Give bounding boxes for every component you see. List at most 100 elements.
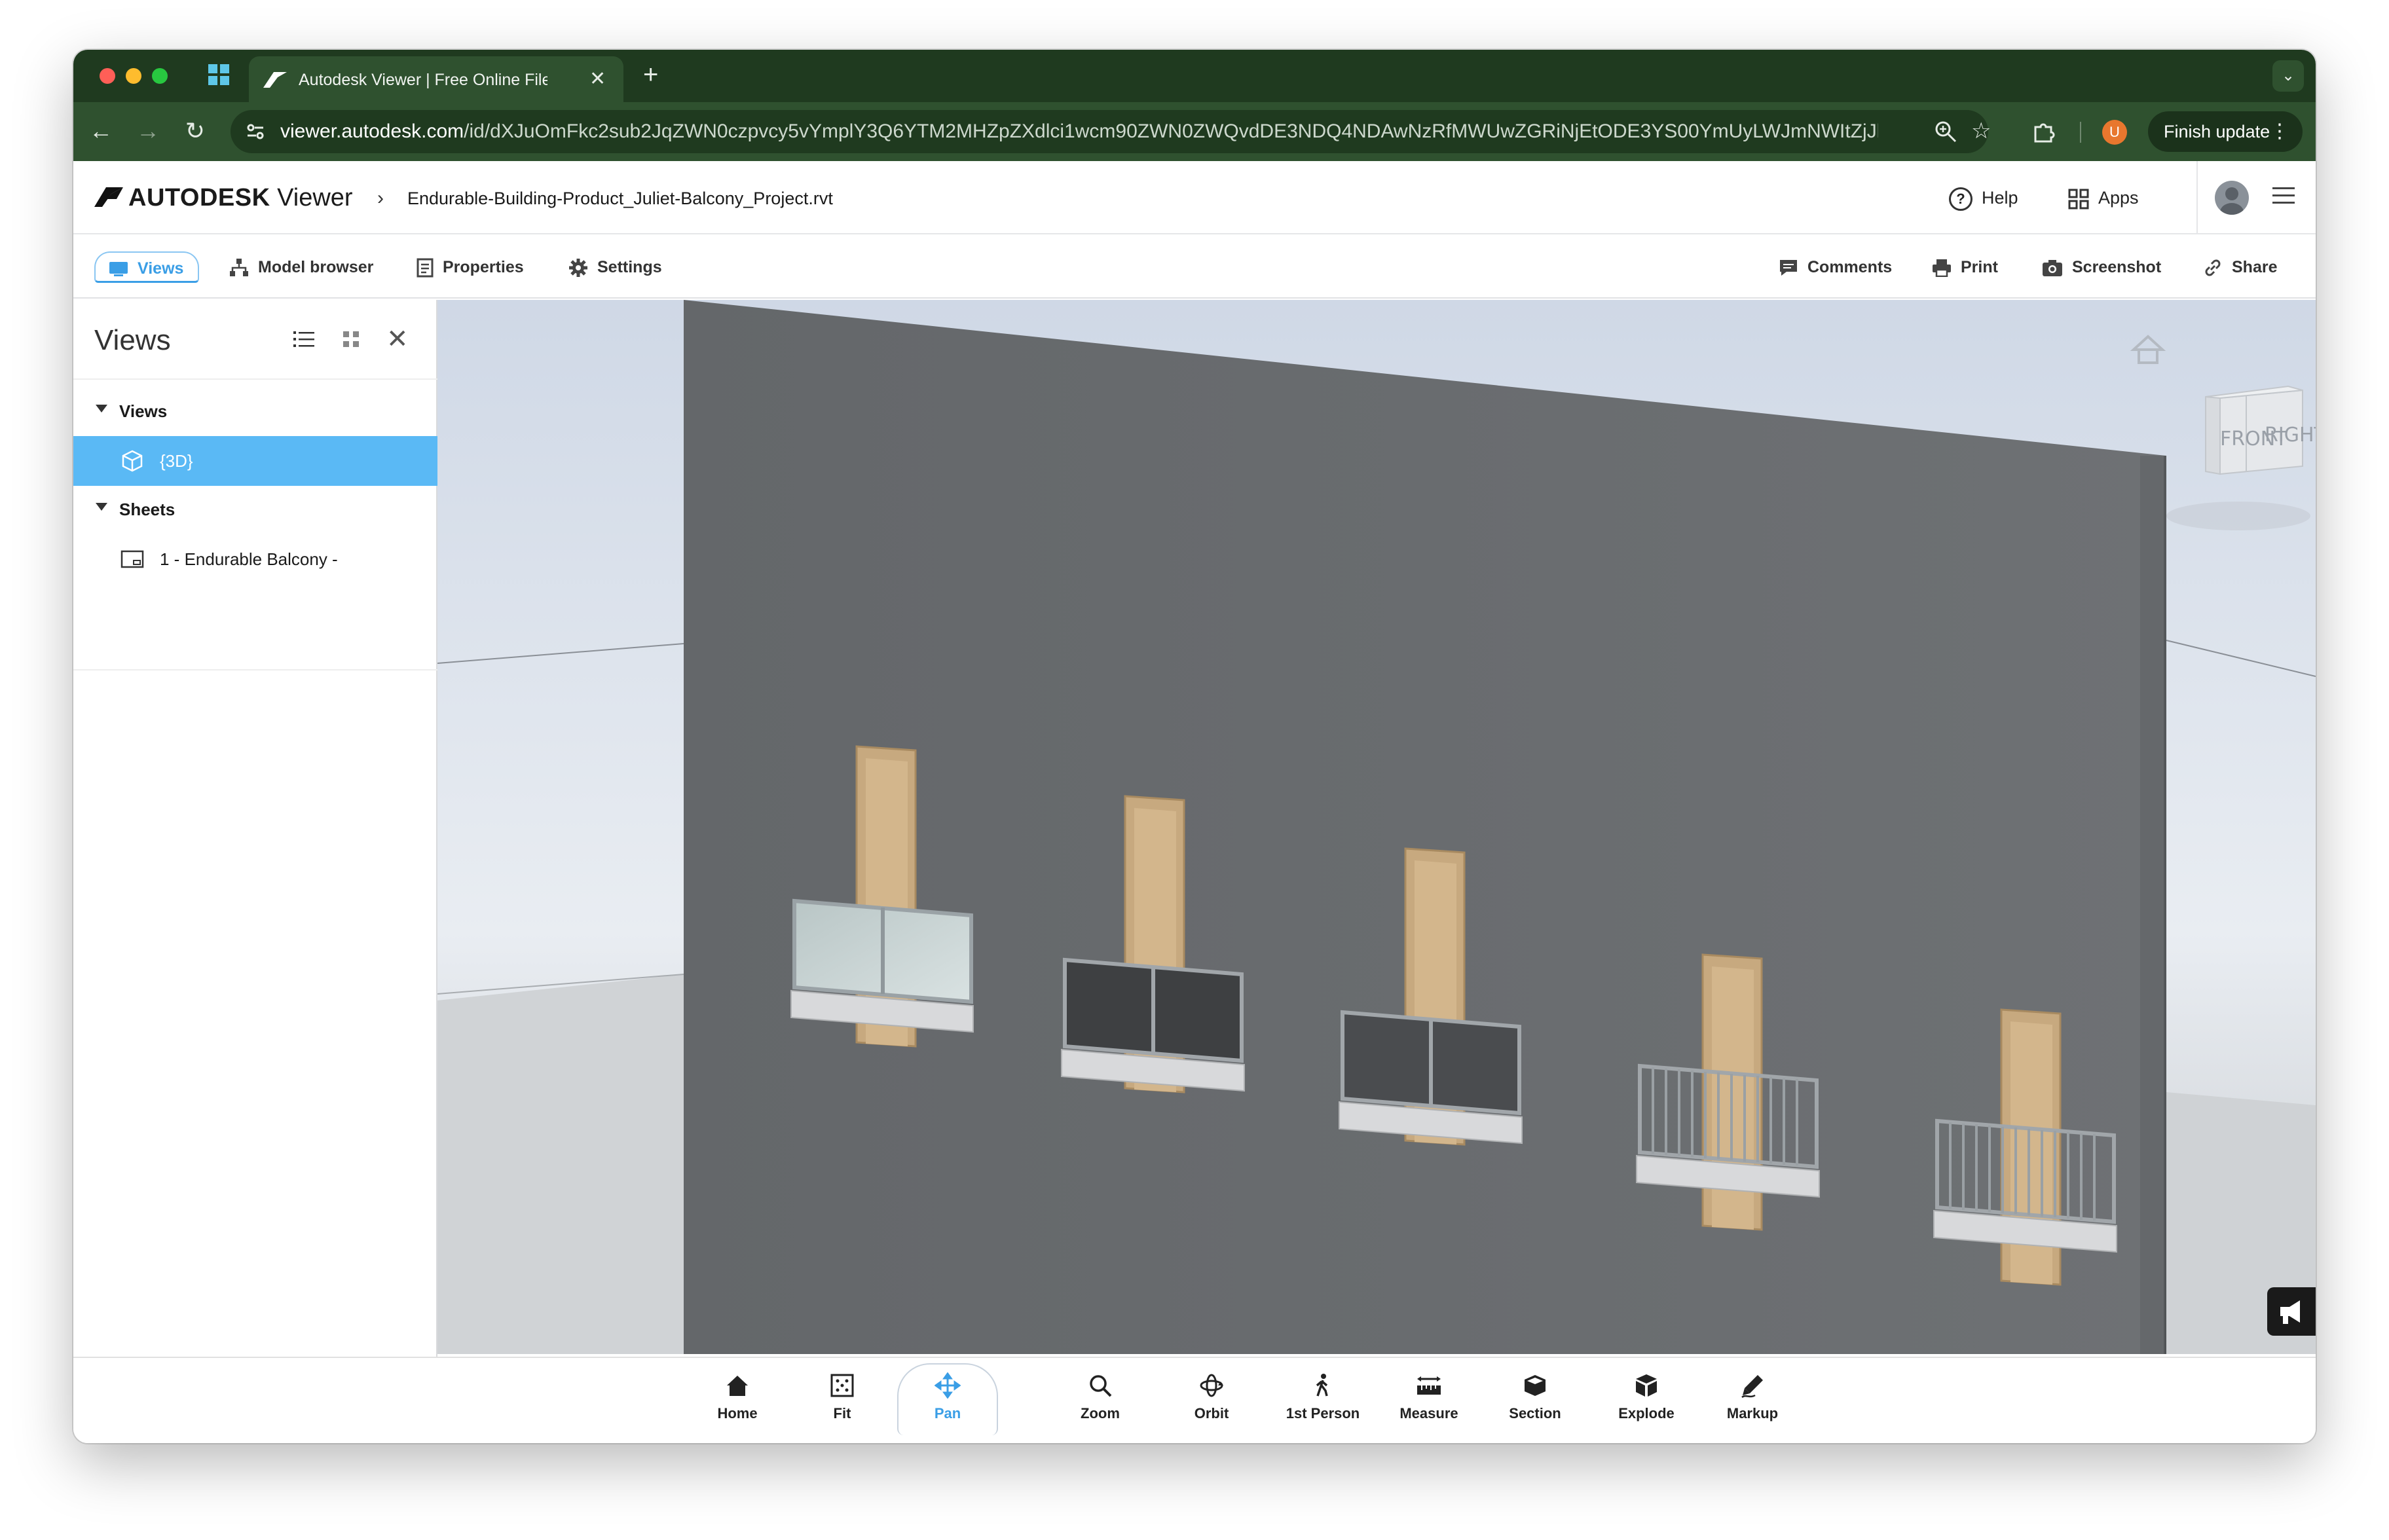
tree-item-label: 1 - Endurable Balcony - <box>160 549 338 569</box>
caret-down-icon <box>96 503 107 511</box>
zoom-magnifier-icon[interactable] <box>1933 119 1958 144</box>
app-header: AUTODESK Viewer › Endurable-Building-Pro… <box>73 161 2316 234</box>
model-browser-button[interactable]: Model browser <box>229 251 373 283</box>
properties-button[interactable]: Properties <box>417 251 524 283</box>
close-panel-icon[interactable]: ✕ <box>386 323 409 355</box>
tab-groups-icon[interactable] <box>207 63 231 86</box>
tree-item-label: {3D} <box>160 451 193 471</box>
bookmark-star-icon[interactable]: ☆ <box>1971 118 1991 144</box>
pan-label: Pan <box>934 1405 961 1421</box>
explode-cube-icon <box>1636 1374 1657 1397</box>
walking-person-icon <box>1316 1374 1328 1397</box>
reload-icon[interactable]: ↻ <box>181 117 210 145</box>
section-box-icon <box>1525 1375 1546 1396</box>
site-settings-icon[interactable] <box>245 121 266 142</box>
autodesk-favicon-icon <box>263 72 287 88</box>
explode-tool-button[interactable]: Explode <box>1601 1372 1692 1431</box>
finish-update-button[interactable]: Finish update ⋮ <box>2148 111 2303 152</box>
print-button[interactable]: Print <box>1932 251 1998 283</box>
browser-window: Autodesk Viewer | Free Online File Viewe… <box>73 50 2316 1443</box>
viewer-toolbar: Views Model browser Properties Settings … <box>73 236 2316 299</box>
views-tab-button[interactable]: Views <box>94 251 199 283</box>
cube-3d-icon <box>122 450 143 472</box>
brand-viewer: Viewer <box>277 184 353 211</box>
zoom-tool-button[interactable]: Zoom <box>1054 1372 1146 1431</box>
url-omnibox[interactable]: viewer.autodesk.com/id/dXJuOmFkc2sub2JqZ… <box>231 110 1991 153</box>
tree-group-label: Sheets <box>119 500 176 519</box>
finish-update-label: Finish update <box>2164 122 2270 141</box>
first-person-label: 1st Person <box>1286 1405 1360 1421</box>
list-view-icon[interactable] <box>293 330 314 348</box>
settings-label: Settings <box>597 258 662 276</box>
views-tab-label: Views <box>138 259 184 278</box>
section-tool-button[interactable]: Section <box>1489 1372 1581 1431</box>
breadcrumb-chevron-icon: › <box>377 187 384 209</box>
apps-button[interactable]: Apps <box>2068 181 2139 215</box>
browser-tab-bar: Autodesk Viewer | Free Online File Viewe… <box>73 50 2316 102</box>
viewcube-right-label: RIGHT <box>2265 424 2316 447</box>
fit-tool-button[interactable]: Fit <box>796 1372 888 1431</box>
tab-search-chevron-icon[interactable]: ⌄ <box>2272 60 2304 92</box>
pan-arrows-icon <box>935 1372 961 1399</box>
comments-button[interactable]: Comments <box>1779 251 1892 283</box>
profile-avatar-icon[interactable]: U <box>2102 120 2127 145</box>
first-person-tool-button[interactable]: 1st Person <box>1277 1372 1369 1431</box>
share-button[interactable]: Share <box>2203 251 2277 283</box>
tree-group-label: Views <box>119 401 168 421</box>
help-circle-icon: ? <box>1949 187 1972 211</box>
section-label: Section <box>1509 1405 1561 1421</box>
3d-viewport-canvas[interactable]: FRONT RIGHT <box>437 300 2316 1354</box>
apps-label: Apps <box>2098 188 2139 208</box>
settings-button[interactable]: Settings <box>568 251 662 283</box>
properties-document-icon <box>417 258 434 278</box>
fit-label: Fit <box>833 1405 851 1421</box>
orbit-tool-button[interactable]: Orbit <box>1166 1372 1257 1431</box>
extensions-puzzle-icon[interactable] <box>2031 119 2056 144</box>
views-monitor-icon <box>109 262 128 277</box>
help-button[interactable]: ? Help <box>1949 181 2018 215</box>
tree-item-3d-view[interactable]: {3D} <box>73 436 437 486</box>
hamburger-menu-icon[interactable] <box>2272 186 2295 206</box>
orbit-icon <box>1200 1374 1223 1397</box>
ground-left <box>437 974 684 1354</box>
properties-label: Properties <box>443 258 524 276</box>
measure-tool-button[interactable]: Measure <box>1383 1372 1475 1431</box>
print-printer-icon <box>1933 259 1951 278</box>
views-panel-title: Views <box>94 324 171 356</box>
zoom-magnifier-icon <box>1090 1375 1112 1397</box>
tree-group-views[interactable]: Views <box>73 386 437 436</box>
tree-group-sheets[interactable]: Sheets <box>73 485 437 534</box>
window-zoom-button[interactable] <box>152 68 168 84</box>
tree-item-sheet-1[interactable]: 1 - Endurable Balcony - <box>73 534 437 584</box>
more-vertical-icon: ⋮ <box>2270 120 2289 142</box>
grid-view-icon[interactable] <box>342 330 360 348</box>
comments-label: Comments <box>1807 258 1893 276</box>
markup-tool-button[interactable]: Markup <box>1707 1372 1798 1431</box>
window-minimize-button[interactable] <box>126 68 141 84</box>
caret-down-icon <box>96 405 107 412</box>
wall-shade <box>2140 456 2166 1354</box>
header-separator <box>2196 161 2198 234</box>
tab-title: Autodesk Viewer | Free Online File Viewe… <box>299 71 547 89</box>
browser-tab-active[interactable]: Autodesk Viewer | Free Online File Viewe… <box>249 56 623 102</box>
announcement-button[interactable] <box>2267 1287 2316 1336</box>
share-label: Share <box>2232 258 2278 276</box>
help-label: Help <box>1982 188 2018 208</box>
model-browser-tree-icon <box>230 259 248 277</box>
markup-label: Markup <box>1726 1405 1779 1421</box>
screenshot-label: Screenshot <box>2072 258 2162 276</box>
home-tool-button[interactable]: Home <box>692 1372 783 1431</box>
tab-close-icon[interactable]: ✕ <box>589 68 606 90</box>
app-brand[interactable]: AUTODESK Viewer <box>128 183 353 212</box>
back-arrow-icon[interactable]: ← <box>86 117 115 145</box>
settings-gear-icon <box>569 259 587 278</box>
user-avatar[interactable] <box>2215 181 2249 215</box>
pan-tool-button[interactable]: Pan <box>897 1363 998 1435</box>
new-tab-icon[interactable]: + <box>643 62 658 88</box>
measure-ruler-icon <box>1417 1376 1441 1395</box>
autodesk-logo-icon[interactable] <box>94 187 123 207</box>
forward-arrow-icon[interactable]: → <box>134 117 162 145</box>
browser-address-bar: ← → ↻ viewer.autodesk.com/id/dXJuOmFkc2s… <box>73 102 2316 161</box>
screenshot-button[interactable]: Screenshot <box>2042 251 2161 283</box>
window-close-button[interactable] <box>100 68 115 84</box>
